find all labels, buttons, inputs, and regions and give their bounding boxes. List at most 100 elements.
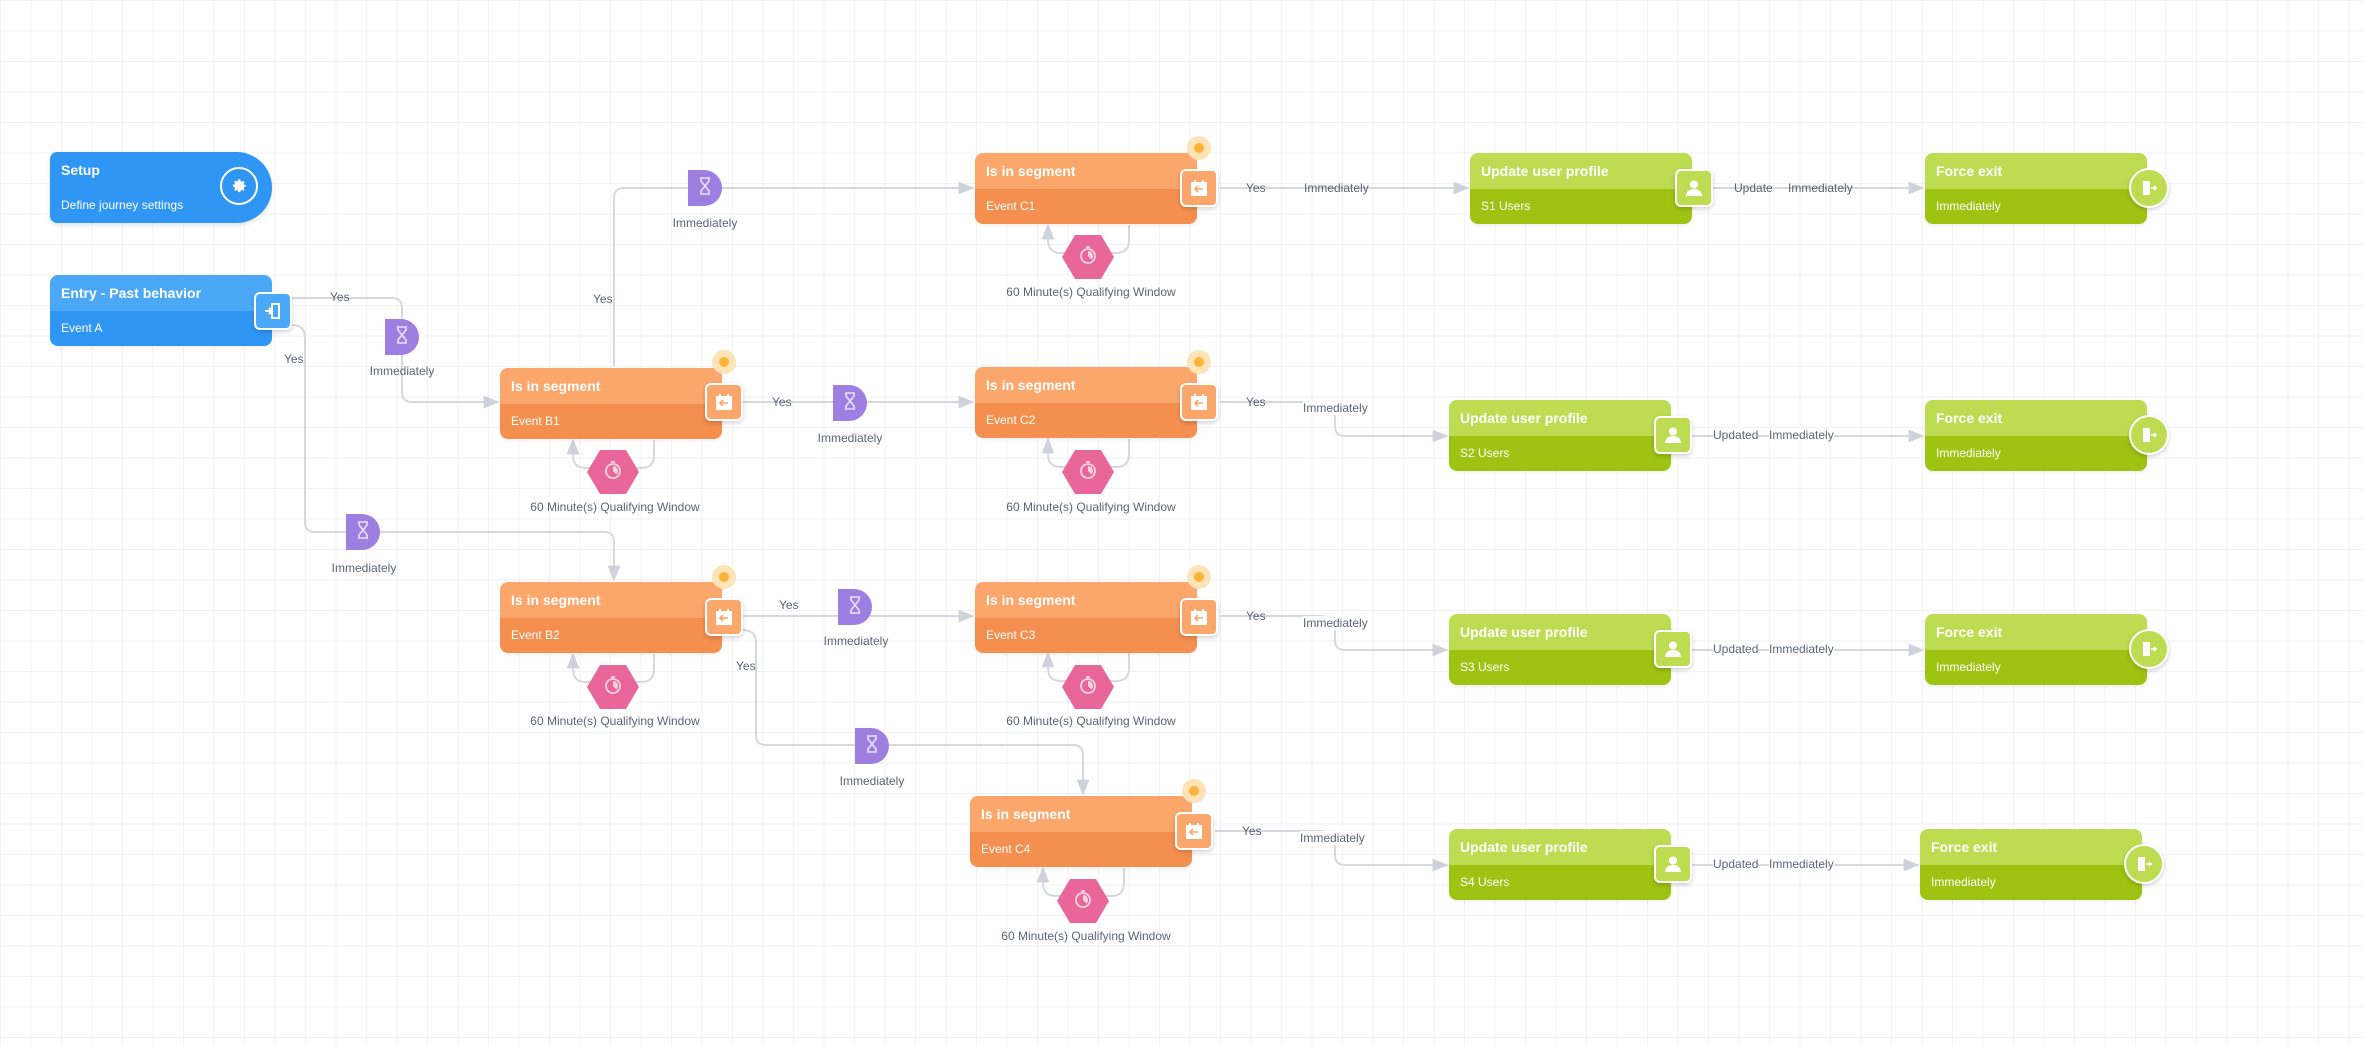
edge-label-updated: Updated xyxy=(1713,857,1759,871)
edge-label-yes: Yes xyxy=(1246,395,1266,409)
entry-door-icon[interactable] xyxy=(254,292,292,330)
qualifying-window-label: 60 Minute(s) Qualifying Window xyxy=(530,714,700,728)
profile-subtitle: S3 Users xyxy=(1449,650,1671,685)
stopwatch-icon xyxy=(1078,460,1098,485)
profile-subtitle: S2 Users xyxy=(1449,436,1671,471)
exit-title: Force exit xyxy=(1925,400,2147,436)
stopwatch-icon xyxy=(1078,245,1098,270)
setup-title: Setup xyxy=(61,162,100,178)
update-profile-node[interactable]: Update user profile S4 Users xyxy=(1449,829,1671,900)
force-exit-node[interactable]: Force exit Immediately xyxy=(1925,400,2147,471)
hourglass-icon xyxy=(356,520,370,544)
segment-event: Event C1 xyxy=(975,189,1197,224)
segment-node-c1[interactable]: Is in segment Event C1 xyxy=(975,153,1197,224)
segment-node-b2[interactable]: Is in segment Event B2 xyxy=(500,582,722,653)
segment-title: Is in segment xyxy=(975,367,1197,403)
calendar-arrow-icon[interactable] xyxy=(1175,812,1213,850)
force-exit-node[interactable]: Force exit Immediately xyxy=(1925,153,2147,224)
status-indicator xyxy=(712,350,736,374)
calendar-arrow-icon[interactable] xyxy=(705,598,743,636)
hourglass-icon xyxy=(865,734,879,758)
status-indicator xyxy=(1187,565,1211,589)
qualifying-window-label: 60 Minute(s) Qualifying Window xyxy=(1006,714,1176,728)
segment-event: Event C2 xyxy=(975,403,1197,438)
status-indicator xyxy=(1182,779,1206,803)
calendar-arrow-icon[interactable] xyxy=(1180,598,1218,636)
segment-title: Is in segment xyxy=(500,368,722,404)
gear-icon[interactable] xyxy=(220,167,258,205)
delay-label: Immediately xyxy=(839,774,905,788)
edge-label-yes: Yes xyxy=(330,290,350,304)
segment-node-c3[interactable]: Is in segment Event C3 xyxy=(975,582,1197,653)
segment-title: Is in segment xyxy=(975,582,1197,618)
delay-label: Immediately xyxy=(369,364,435,378)
edge-label-update: Update xyxy=(1734,181,1773,195)
hourglass-icon xyxy=(843,391,857,415)
segment-event: Event C4 xyxy=(970,832,1192,867)
user-icon[interactable] xyxy=(1675,169,1713,207)
qualifying-window-label: 60 Minute(s) Qualifying Window xyxy=(1001,929,1171,943)
segment-node-c4[interactable]: Is in segment Event C4 xyxy=(970,796,1192,867)
qualifying-window-label: 60 Minute(s) Qualifying Window xyxy=(530,500,700,514)
status-indicator xyxy=(1187,350,1211,374)
segment-event: Event B1 xyxy=(500,404,722,439)
exit-subtitle: Immediately xyxy=(1925,436,2147,471)
calendar-arrow-icon[interactable] xyxy=(1180,169,1218,207)
edge-label-immediately: Immediately xyxy=(1788,181,1853,195)
edge-entry-b2 xyxy=(291,324,621,582)
edge-label-immediately: Immediately xyxy=(1303,401,1368,415)
edge-label-yes: Yes xyxy=(1242,824,1262,838)
status-indicator xyxy=(1187,136,1211,160)
calendar-arrow-icon[interactable] xyxy=(1180,383,1218,421)
update-profile-node[interactable]: Update user profile S1 Users xyxy=(1470,153,1692,224)
qualifying-window-label: 60 Minute(s) Qualifying Window xyxy=(1006,285,1176,299)
calendar-arrow-icon[interactable] xyxy=(705,383,743,421)
delay-label: Immediately xyxy=(331,561,397,575)
force-exit-node[interactable]: Force exit Immediately xyxy=(1920,829,2142,900)
exit-subtitle: Immediately xyxy=(1925,189,2147,224)
edge-label-yes: Yes xyxy=(779,598,799,612)
exit-door-icon[interactable] xyxy=(2129,629,2169,669)
profile-subtitle: S4 Users xyxy=(1449,865,1671,900)
entry-node[interactable]: Entry - Past behavior Event A xyxy=(50,275,272,346)
segment-node-b1[interactable]: Is in segment Event B1 xyxy=(500,368,722,439)
exit-door-icon[interactable] xyxy=(2129,168,2169,208)
delay-label: Immediately xyxy=(817,431,883,445)
stopwatch-icon xyxy=(603,675,623,700)
edge-label-yes: Yes xyxy=(736,659,756,673)
exit-subtitle: Immediately xyxy=(1925,650,2147,685)
entry-subtitle: Event A xyxy=(50,311,272,346)
exit-subtitle: Immediately xyxy=(1920,865,2142,900)
force-exit-node[interactable]: Force exit Immediately xyxy=(1925,614,2147,685)
edge-label-yes: Yes xyxy=(1246,609,1266,623)
segment-title: Is in segment xyxy=(500,582,722,618)
update-profile-node[interactable]: Update user profile S3 Users xyxy=(1449,614,1671,685)
edge-label-yes: Yes xyxy=(1246,181,1266,195)
edge-label-yes: Yes xyxy=(593,292,613,306)
profile-title: Update user profile xyxy=(1449,829,1671,865)
user-icon[interactable] xyxy=(1654,416,1692,454)
stopwatch-icon xyxy=(603,460,623,485)
setup-node[interactable]: Setup Define journey settings xyxy=(50,152,272,223)
user-icon[interactable] xyxy=(1654,630,1692,668)
segment-node-c2[interactable]: Is in segment Event C2 xyxy=(975,367,1197,438)
edge-label-immediately: Immediately xyxy=(1769,857,1834,871)
setup-subtitle: Define journey settings xyxy=(61,198,184,212)
edge-label-immediately: Immediately xyxy=(1769,642,1834,656)
user-icon[interactable] xyxy=(1654,845,1692,883)
segment-title: Is in segment xyxy=(970,796,1192,832)
exit-title: Force exit xyxy=(1925,614,2147,650)
exit-title: Force exit xyxy=(1920,829,2142,865)
status-indicator xyxy=(712,565,736,589)
exit-door-icon[interactable] xyxy=(2129,415,2169,455)
qualifying-window-label: 60 Minute(s) Qualifying Window xyxy=(1006,500,1176,514)
segment-title: Is in segment xyxy=(975,153,1197,189)
edge-label-immediately: Immediately xyxy=(1303,616,1368,630)
edge-label-immediately: Immediately xyxy=(1304,181,1369,195)
edge-b2-c4 xyxy=(742,629,1090,796)
update-profile-node[interactable]: Update user profile S2 Users xyxy=(1449,400,1671,471)
delay-label: Immediately xyxy=(672,216,738,230)
profile-title: Update user profile xyxy=(1470,153,1692,189)
hourglass-icon xyxy=(698,176,712,200)
exit-door-icon[interactable] xyxy=(2124,844,2164,884)
